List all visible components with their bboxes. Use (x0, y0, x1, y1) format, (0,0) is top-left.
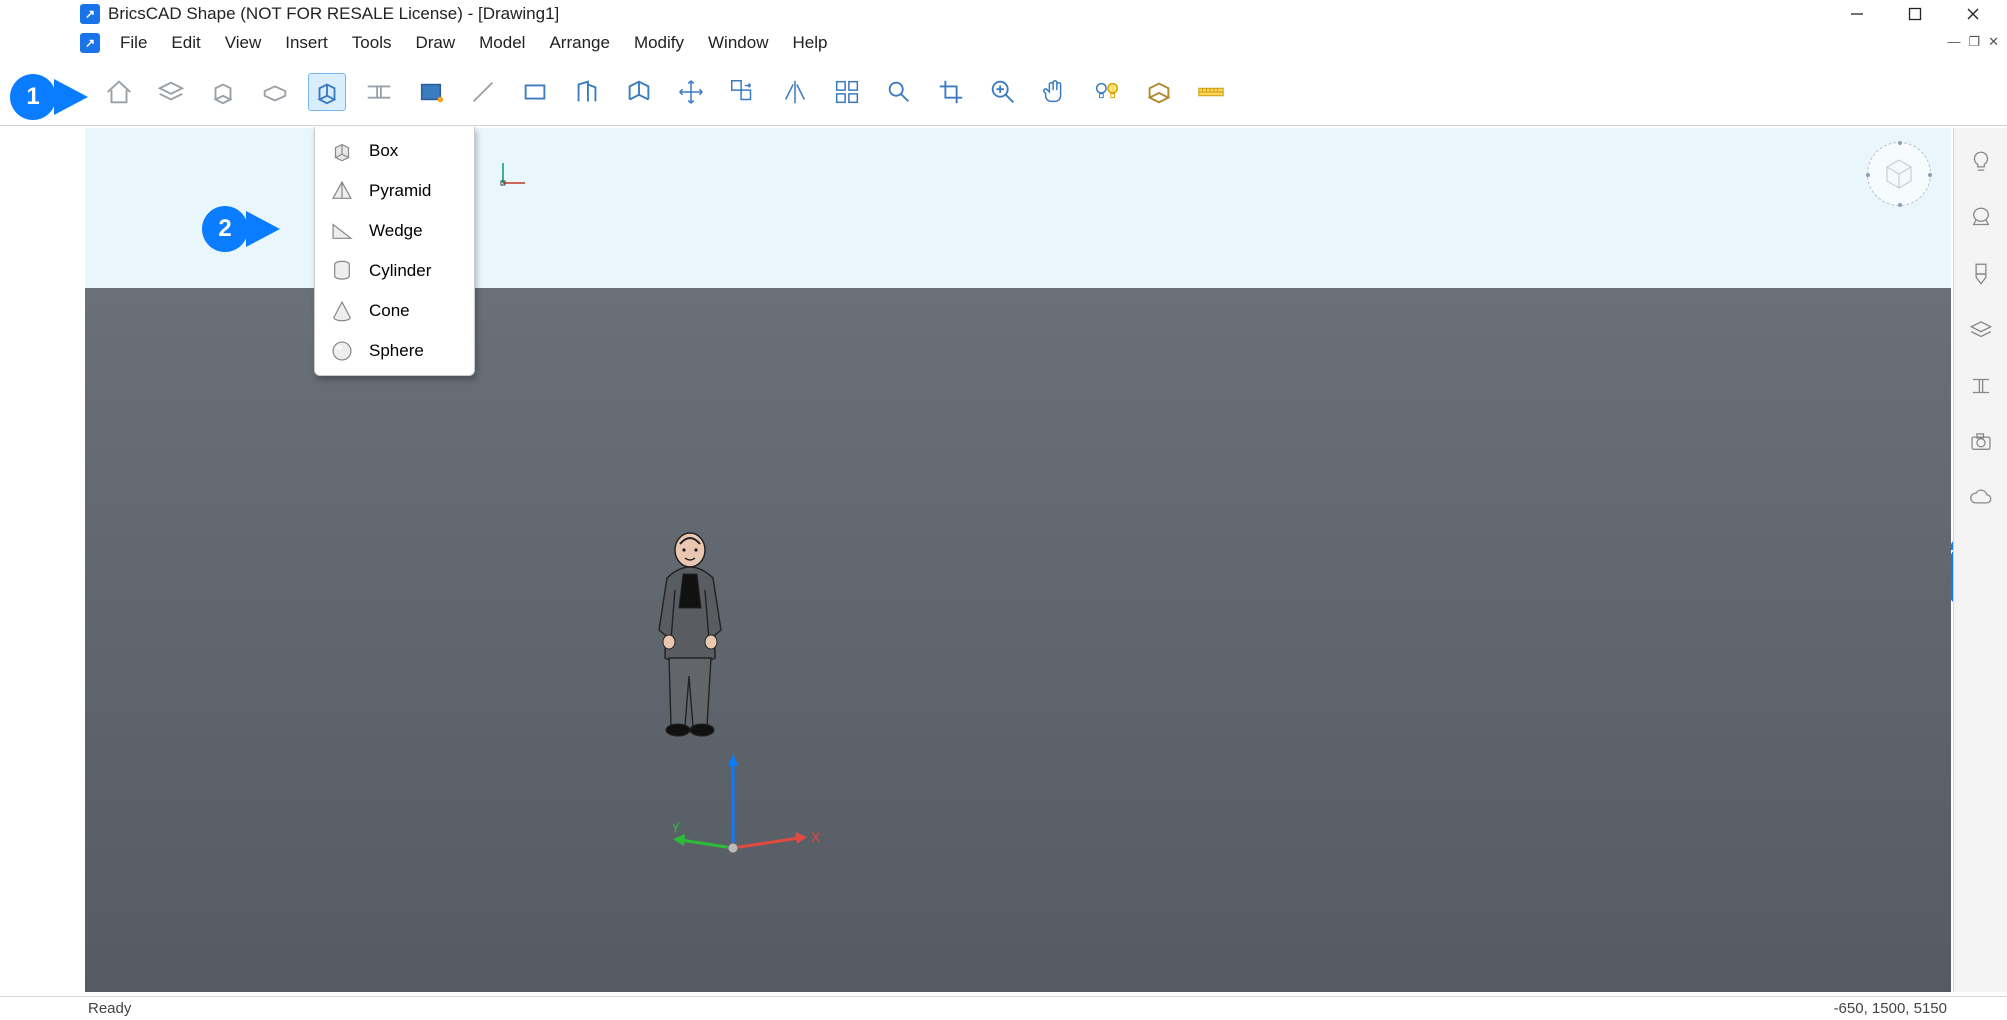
doc-icon: ↗ (80, 33, 100, 53)
primitive-label: Cylinder (369, 261, 431, 281)
mdi-close[interactable]: ✕ (1988, 34, 1999, 50)
mirror-button[interactable] (776, 73, 814, 111)
mdi-minimize[interactable]: — (1947, 34, 1960, 50)
primitives-dropdown: Box Pyramid Wedge Cylinder Cone Sphere (314, 127, 475, 376)
viewport-ground (85, 288, 1951, 992)
cloud-icon[interactable] (1967, 484, 1995, 512)
rectangle-button[interactable] (516, 73, 554, 111)
crop-button[interactable] (932, 73, 970, 111)
primitive-pyramid[interactable]: Pyramid (315, 171, 474, 211)
view-cube-icon (1879, 154, 1919, 194)
primitive-label: Sphere (369, 341, 424, 361)
ruler-button[interactable] (1192, 73, 1230, 111)
minimize-button[interactable] (1828, 0, 1886, 28)
box-primitive-button[interactable] (308, 73, 346, 111)
axis-x-label: X (811, 829, 821, 845)
menu-view[interactable]: View (213, 29, 274, 57)
bulb-icon[interactable] (1967, 148, 1995, 176)
cylinder-icon (329, 258, 355, 284)
line-button[interactable] (464, 73, 502, 111)
primitive-cone[interactable]: Cone (315, 291, 474, 331)
material-button[interactable] (1140, 73, 1178, 111)
sphere-icon (329, 338, 355, 364)
hand-button[interactable] (1036, 73, 1074, 111)
menu-insert[interactable]: Insert (273, 29, 340, 57)
primitive-box[interactable]: Box (315, 131, 474, 171)
menu-window[interactable]: Window (696, 29, 780, 57)
camera-icon[interactable] (1967, 428, 1995, 456)
window-controls (1828, 0, 2002, 28)
search-button[interactable] (880, 73, 918, 111)
menu-draw[interactable]: Draw (403, 29, 467, 57)
menu-help[interactable]: Help (780, 29, 839, 57)
profile-icon[interactable] (1967, 372, 1995, 400)
axis-y-label: Y (673, 819, 681, 835)
callout-1: 1 (10, 74, 56, 120)
home-button[interactable] (100, 73, 138, 111)
menu-file[interactable]: File (108, 29, 159, 57)
maximize-button[interactable] (1886, 0, 1944, 28)
crosshair-cursor-icon (479, 163, 527, 211)
menu-model[interactable]: Model (467, 29, 537, 57)
pyramid-icon (329, 178, 355, 204)
primitive-label: Cone (369, 301, 410, 321)
person-figure (645, 526, 735, 746)
slab-button[interactable] (256, 73, 294, 111)
lightbulbs-button[interactable] (1088, 73, 1126, 111)
cone-icon (329, 298, 355, 324)
menu-modify[interactable]: Modify (622, 29, 696, 57)
menu-arrange[interactable]: Arrange (537, 29, 621, 57)
primitive-label: Wedge (369, 221, 423, 241)
primitive-sphere[interactable]: Sphere (315, 331, 474, 371)
ucs-gizmo: X Y (673, 748, 833, 868)
balloon-icon[interactable] (1967, 204, 1995, 232)
wedge-icon (329, 218, 355, 244)
callout-1-label: 1 (10, 74, 56, 120)
door-button[interactable] (568, 73, 606, 111)
callout-2-label: 2 (202, 206, 248, 252)
menu-tools[interactable]: Tools (340, 29, 404, 57)
layers-button[interactable] (152, 73, 190, 111)
brush-icon[interactable] (1967, 260, 1995, 288)
zoom-button[interactable] (984, 73, 1022, 111)
status-bar: Ready -650, 1500, 5150 (0, 996, 2007, 1020)
primitive-wedge[interactable]: Wedge (315, 211, 474, 251)
callout-2: 2 (202, 206, 248, 252)
window-button[interactable] (620, 73, 658, 111)
status-ready: Ready (88, 1000, 131, 1017)
menu-bar: ↗ File Edit View Insert Tools Draw Model… (0, 28, 2007, 58)
status-coords: -650, 1500, 5150 (1834, 1000, 1947, 1017)
main-toolbar (0, 58, 2007, 126)
primitive-cylinder[interactable]: Cylinder (315, 251, 474, 291)
menu-edit[interactable]: Edit (159, 29, 212, 57)
box-icon (329, 138, 355, 164)
grid-button[interactable] (828, 73, 866, 111)
right-side-panel (1953, 128, 2007, 992)
primitive-label: Box (369, 141, 398, 161)
mdi-restore[interactable]: ❐ (1968, 34, 1980, 50)
plane-button[interactable] (412, 73, 450, 111)
layers-icon[interactable] (1967, 316, 1995, 344)
mdi-controls: — ❐ ✕ (1947, 34, 1999, 50)
title-bar: ↗ BricsCAD Shape (NOT FOR RESALE License… (0, 0, 2007, 28)
array-copy-button[interactable] (724, 73, 762, 111)
view-cube[interactable] (1867, 142, 1931, 206)
beam-button[interactable] (360, 73, 398, 111)
extrude-button[interactable] (204, 73, 242, 111)
window-title: BricsCAD Shape (NOT FOR RESALE License) … (108, 4, 559, 24)
app-icon: ↗ (80, 4, 100, 24)
move-button[interactable] (672, 73, 710, 111)
close-button[interactable] (1944, 0, 2002, 28)
primitive-label: Pyramid (369, 181, 431, 201)
